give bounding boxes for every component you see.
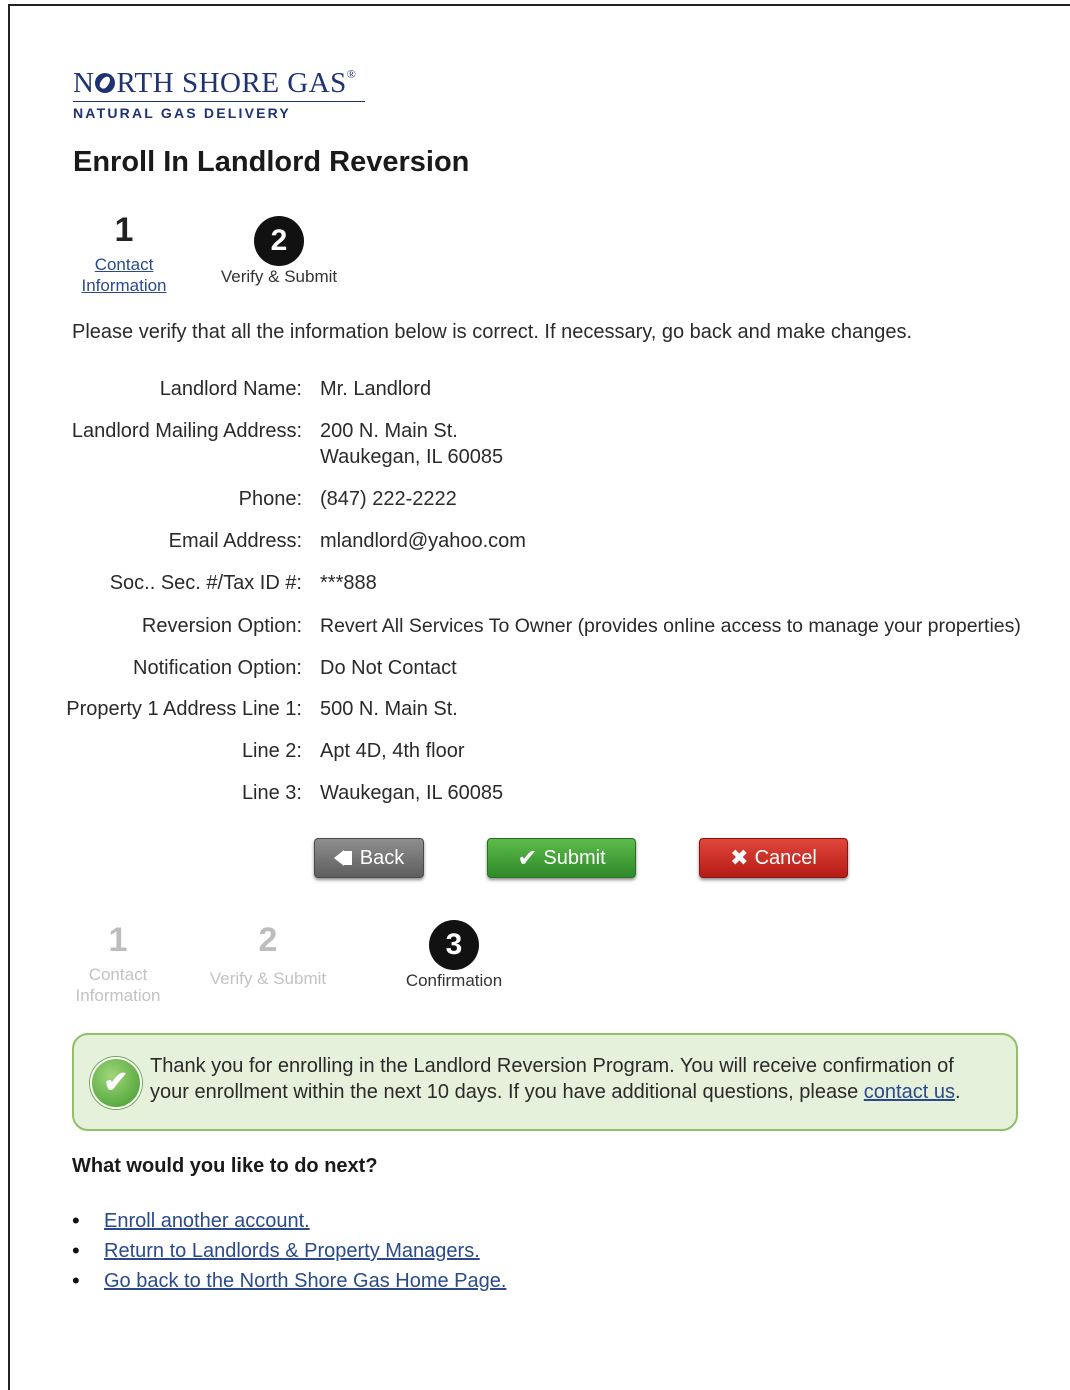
detail-label: Email Address: [168,530,302,552]
detail-value: Revert All Services To Owner (provides o… [320,615,1021,637]
step-number: 1 [114,211,134,249]
step-contact-information-dim: 1 Contact Information [66,922,170,1006]
step-label: Confirmation [405,971,503,990]
checkmark-icon: ✔ [90,1057,142,1109]
detail-label: Line 2: [241,740,302,762]
detail-value: mlandlord@yahoo.com [320,530,526,552]
checkmark-icon: ✔ [517,844,538,872]
logo-rule [73,101,365,102]
next-steps-heading: What would you like to do next? [72,1155,378,1177]
step-current-badge: 3 [429,920,479,970]
detail-value: Do Not Contact [320,657,457,679]
logo-wordmark: N RTH SHORE GAS® [73,67,357,99]
detail-label: Phone: [238,488,302,510]
list-item: Return to Landlords & Property Managers. [72,1238,506,1268]
confirmation-text: Thank you for enrolling in the Landlord … [150,1055,961,1103]
list-item: Enroll another account. [72,1208,506,1238]
step-number: 1 [108,921,128,959]
step-label: Contact Information [75,965,161,1005]
list-item: Go back to the North Shore Gas Home Page… [72,1268,506,1298]
verify-instructions: Please verify that all the information b… [72,321,913,343]
detail-label: Landlord Name: [159,378,302,400]
detail-value: Apt 4D, 4th floor [320,740,465,762]
back-arrow-icon [333,850,344,866]
x-icon: ✖ [730,845,749,870]
step-confirmation: 3 Confirmation [396,920,512,991]
step-contact-link[interactable]: Contact Information [74,254,174,296]
step-number: 2 [258,921,278,959]
detail-label: Soc.. Sec. #/Tax ID #: [109,572,302,594]
step-verify-submit-dim: 2 Verify & Submit [206,922,330,989]
detail-value: Waukegan, IL 60085 [320,782,504,804]
step-verify-submit: 2 Verify & Submit [214,216,344,287]
logo-tagline: NATURAL GAS DELIVERY [73,105,291,121]
logo-flame-icon [95,73,116,93]
cancel-button[interactable]: ✖ Cancel [699,838,848,878]
detail-value: ***888 [320,572,377,594]
detail-label: Reversion Option: [141,615,302,637]
north-shore-gas-logo[interactable]: N RTH SHORE GAS® NATURAL GAS DELIVERY [73,58,365,121]
detail-value: Mr. Landlord [320,378,432,400]
next-steps-list: Enroll another account. Return to Landlo… [72,1208,506,1298]
enroll-another-link[interactable]: Enroll another account. [104,1210,310,1232]
detail-label: Landlord Mailing Address: [71,420,302,442]
step-current-badge: 2 [254,216,304,266]
detail-value: 500 N. Main St. [320,698,458,720]
detail-label: Property 1 Address Line 1: [66,698,302,720]
home-page-link[interactable]: Go back to the North Shore Gas Home Page… [104,1270,506,1292]
confirmation-message: ✔ Thank you for enrolling in the Landlor… [72,1033,1018,1131]
detail-value: (847) 222-2222 [320,488,457,510]
submit-button[interactable]: ✔ Submit [487,838,636,878]
back-button[interactable]: Back [314,838,424,878]
step-label: Verify & Submit [209,969,327,988]
step-contact-information[interactable]: 1 Contact Information [74,212,174,296]
detail-label: Notification Option: [133,657,302,679]
detail-value: 200 N. Main St. Waukegan, IL 60085 [320,420,504,468]
return-landlords-link[interactable]: Return to Landlords & Property Managers. [104,1240,480,1262]
step-label: Verify & Submit [220,267,338,286]
detail-label: Line 3: [241,782,302,804]
contact-us-link[interactable]: contact us [864,1081,955,1103]
page-title: Enroll In Landlord Reversion [73,146,470,178]
